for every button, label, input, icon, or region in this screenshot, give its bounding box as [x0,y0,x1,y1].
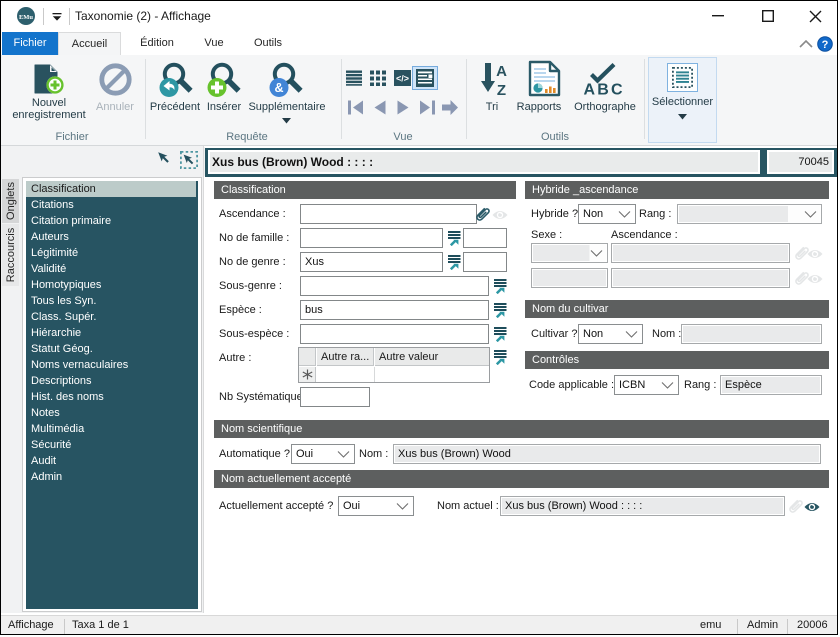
svg-text:ABC: ABC [584,82,623,97]
svg-text:?: ? [822,39,829,51]
svg-text:A: A [496,63,507,80]
svg-text:&: & [274,81,283,95]
svg-text:Z: Z [497,82,506,96]
svg-text:</>: </> [396,74,409,84]
svg-text:EMu: EMu [19,14,33,21]
